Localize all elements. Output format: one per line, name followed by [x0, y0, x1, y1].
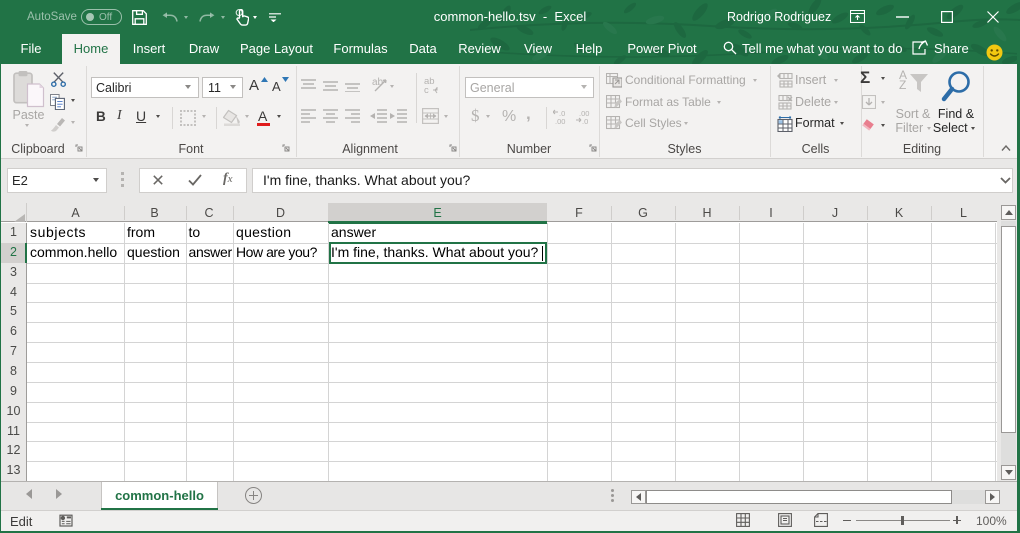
svg-text:.00: .00: [555, 117, 565, 124]
svg-text:c: c: [424, 85, 429, 95]
svg-text:.0: .0: [582, 117, 588, 124]
svg-text:ab: ab: [372, 77, 384, 88]
